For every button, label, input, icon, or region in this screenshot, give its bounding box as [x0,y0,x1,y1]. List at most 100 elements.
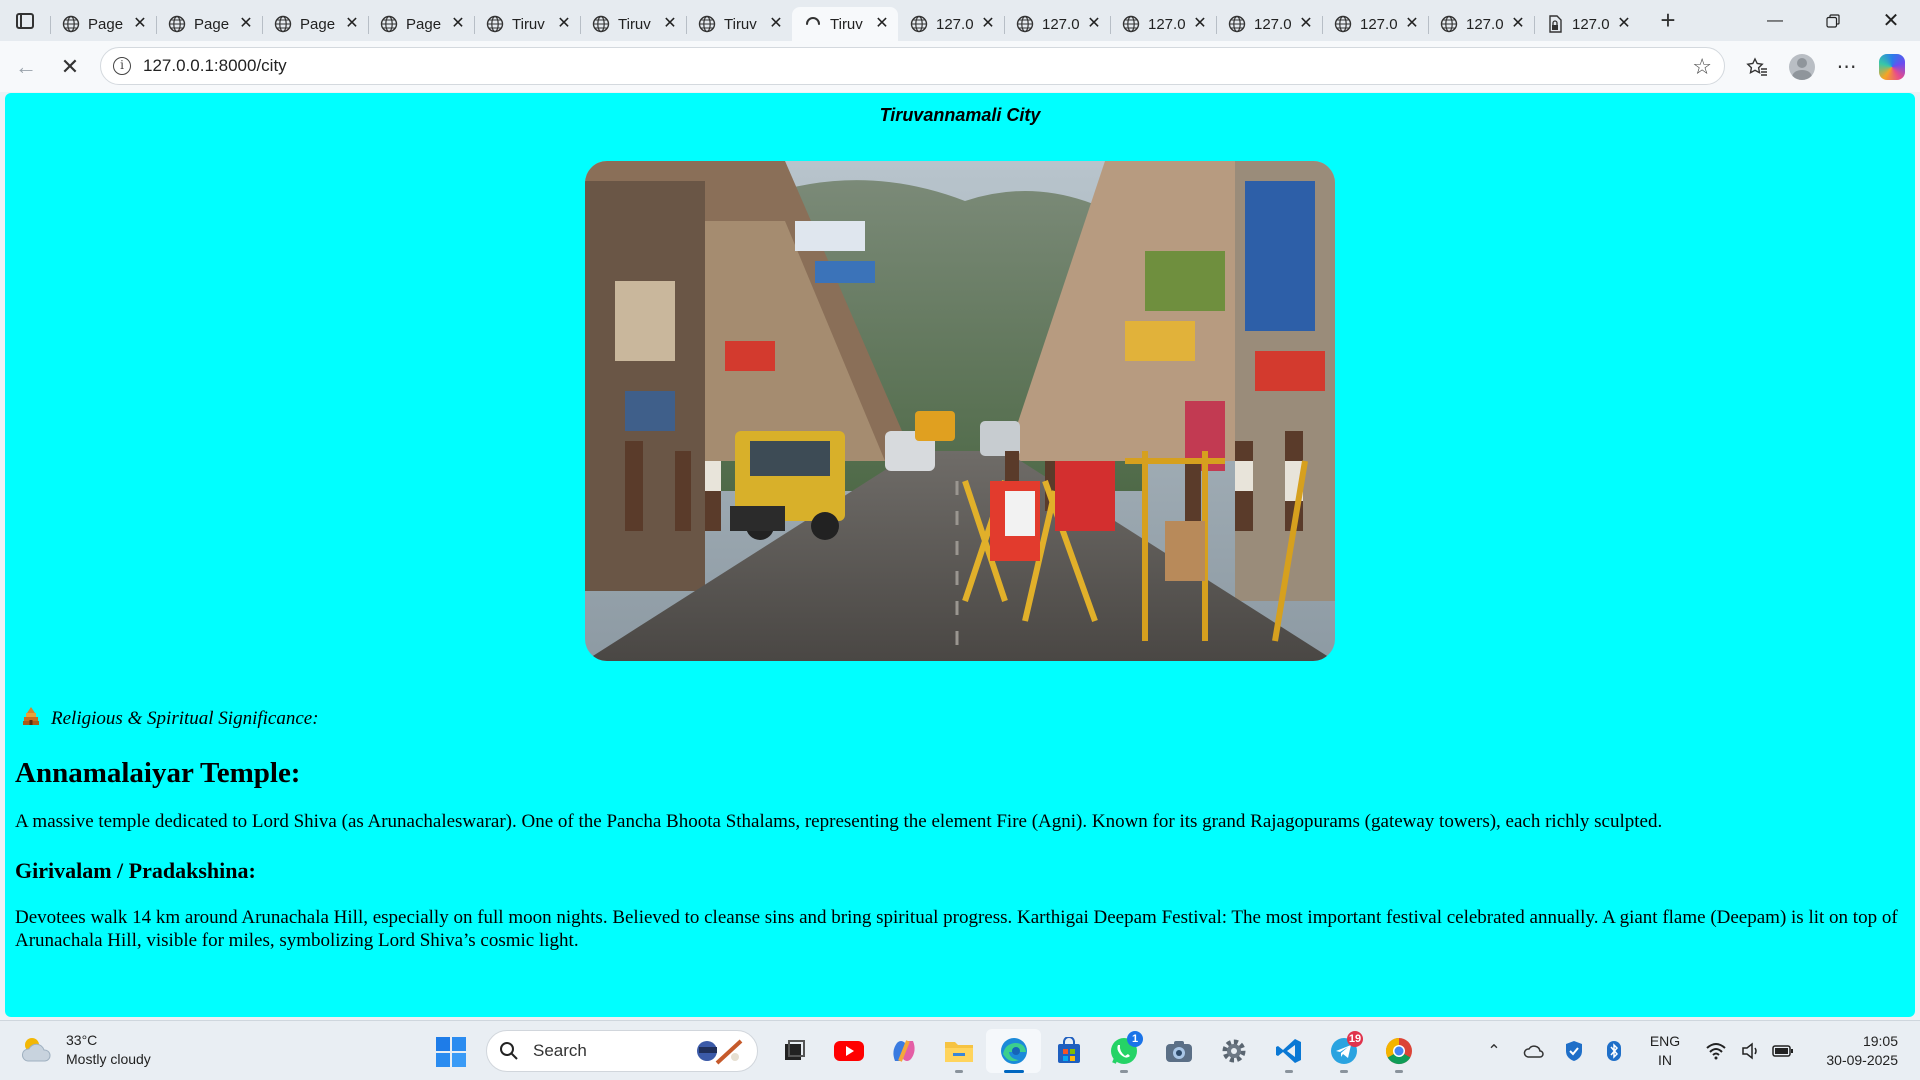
globe-icon [62,15,80,33]
browser-tab[interactable]: Page ✕ [50,7,156,41]
browser-tab[interactable]: Tiruv ✕ [792,7,898,41]
tab-close-icon[interactable]: ✕ [132,16,148,32]
stop-loading-button[interactable]: ✕ [48,47,92,87]
onedrive-tray-icon[interactable] [1514,1031,1554,1071]
browser-toolbar: ← ✕ i 127.0.0.1:8000/city ☆ ⋯ [0,41,1920,92]
tab-label: Tiruv [830,15,863,33]
language-indicator[interactable]: ENG IN [1634,1032,1696,1070]
file-lock-icon [1546,15,1564,33]
tab-label: 127.0 [1466,15,1504,33]
taskbar-search[interactable]: Search [486,1030,758,1072]
browser-tab[interactable]: Tiruv ✕ [474,7,580,41]
tab-label: Tiruv [724,15,757,33]
volume-tray-icon[interactable] [1736,1031,1766,1071]
file-explorer-app[interactable] [931,1029,986,1073]
browser-tab[interactable]: 127.0 ✕ [1110,7,1216,41]
browser-tab[interactable]: Tiruv ✕ [580,7,686,41]
tab-close-icon[interactable]: ✕ [344,16,360,32]
browser-tab[interactable]: Page ✕ [156,7,262,41]
bluetooth-icon [1607,1041,1621,1061]
tab-close-icon[interactable]: ✕ [1298,16,1314,32]
browser-tab[interactable]: 127.0 ✕ [1428,7,1534,41]
browser-tab[interactable]: Page ✕ [368,7,474,41]
tab-list: Page ✕ Page ✕ Page ✕ Page ✕ Tiruv ✕ Tiruv ✕ Tiruv ✕ Ti… [50,0,1640,41]
tab-close-icon[interactable]: ✕ [238,16,254,32]
store-app[interactable] [1041,1029,1096,1073]
profile-button[interactable] [1779,47,1824,87]
browser-tab[interactable]: 127.0 ✕ [1004,7,1110,41]
app-running-indicator [1340,1070,1348,1073]
wifi-tray-icon[interactable] [1696,1031,1736,1071]
tab-close-icon[interactable]: ✕ [1616,16,1632,32]
tab-close-icon[interactable]: ✕ [980,16,996,32]
copilot-button[interactable] [1869,47,1914,87]
tab-close-icon[interactable]: ✕ [874,16,890,32]
security-tray-icon[interactable] [1554,1031,1594,1071]
youtube-app[interactable] [821,1029,876,1073]
back-button[interactable]: ← [4,47,48,87]
browser-tab[interactable]: 127.0 ✕ [1216,7,1322,41]
browser-tab[interactable]: 127.0 ✕ [898,7,1004,41]
bluetooth-tray-icon[interactable] [1594,1031,1634,1071]
clock[interactable]: 19:05 30-09-2025 [1800,1032,1920,1070]
globe-icon [168,15,186,33]
loading-icon [804,15,822,33]
tab-label: Tiruv [618,15,651,33]
browser-tab[interactable]: 127.0 ✕ [1534,7,1640,41]
tab-close-icon[interactable]: ✕ [1404,16,1420,32]
toolbar-right: ⋯ [1734,41,1920,92]
favorite-star-icon[interactable]: ☆ [1692,54,1712,80]
browser-tab[interactable]: Page ✕ [262,7,368,41]
tab-label: 127.0 [1254,15,1292,33]
subtitle-text: Religious & Spiritual Significance: [51,708,319,729]
shield-icon [1566,1041,1582,1061]
globe-icon [592,15,610,33]
edge-app[interactable] [986,1029,1041,1073]
site-info-icon[interactable]: i [113,57,131,75]
browser-tab[interactable]: 127.0 ✕ [1322,7,1428,41]
copilot-app[interactable] [876,1029,931,1073]
avatar [1788,53,1815,80]
search-icon [500,1042,518,1060]
taskbar: 33°C Mostly cloudy Search 1 19 ⌃ ENG IN … [0,1020,1920,1080]
taskview-icon [784,1040,805,1060]
start-button[interactable] [434,1035,468,1069]
weather-widget[interactable]: 33°C Mostly cloudy [20,1031,151,1069]
window-controls: — ✕ [1746,0,1920,41]
lang-line2: IN [1658,1052,1672,1068]
restore-button[interactable] [1804,0,1862,41]
temple-heading: Annamalaiyar Temple: [15,757,301,789]
browser-tab[interactable]: Tiruv ✕ [686,7,792,41]
battery-tray-icon[interactable] [1766,1031,1800,1071]
tab-close-icon[interactable]: ✕ [450,16,466,32]
tab-actions-button[interactable] [0,0,50,41]
tab-label: Tiruv [512,15,545,33]
tab-close-icon[interactable]: ✕ [556,16,572,32]
close-window-button[interactable]: ✕ [1862,0,1920,41]
more-menu-button[interactable]: ⋯ [1824,47,1869,87]
tab-close-icon[interactable]: ✕ [1192,16,1208,32]
taskview-app[interactable] [766,1029,821,1073]
globe-icon [1016,15,1034,33]
minimize-button[interactable]: — [1746,0,1804,41]
youtube-icon [833,1041,864,1061]
restore-icon [1826,13,1840,28]
settings-app[interactable] [1206,1029,1261,1073]
address-bar[interactable]: i 127.0.0.1:8000/city ☆ [100,47,1725,85]
favorites-button[interactable] [1734,47,1779,87]
minimize-icon: — [1767,11,1783,29]
tab-close-icon[interactable]: ✕ [1086,16,1102,32]
new-tab-button[interactable]: + [1648,1,1688,41]
telegram-app[interactable]: 19 [1316,1029,1371,1073]
whatsapp-app[interactable]: 1 [1096,1029,1151,1073]
chrome-icon [1385,1037,1412,1065]
tab-close-icon[interactable]: ✕ [662,16,678,32]
arrow-left-icon: ← [15,53,37,79]
camera-app[interactable] [1151,1029,1206,1073]
vscode-app[interactable] [1261,1029,1316,1073]
show-hidden-icons-button[interactable]: ⌃ [1474,1031,1514,1071]
address-url[interactable]: 127.0.0.1:8000/city [143,56,287,76]
tab-close-icon[interactable]: ✕ [1510,16,1526,32]
tab-close-icon[interactable]: ✕ [768,16,784,32]
chrome-app[interactable] [1371,1029,1426,1073]
